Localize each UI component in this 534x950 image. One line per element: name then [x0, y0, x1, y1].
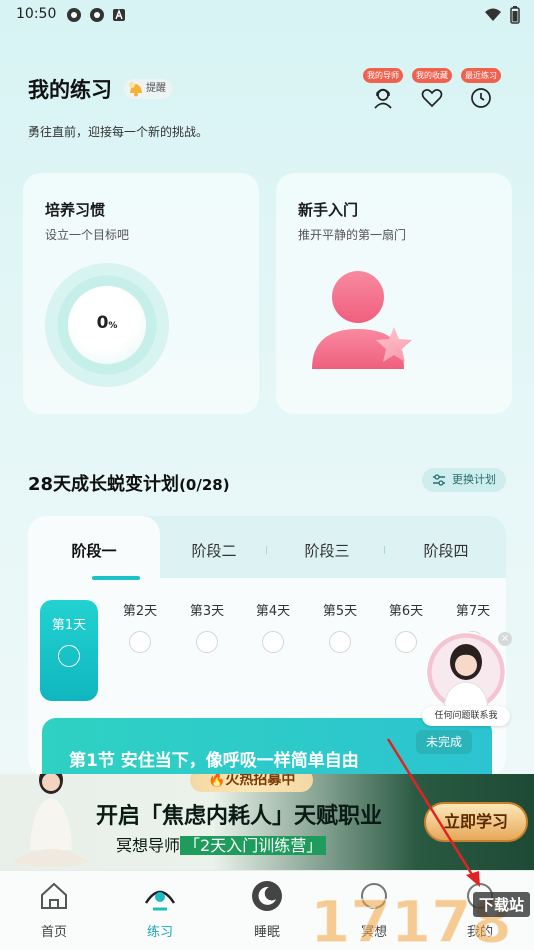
bell-icon: [129, 82, 142, 97]
nav-sleep[interactable]: 睡眠: [227, 879, 307, 940]
tab-stage-4[interactable]: 阶段四: [386, 516, 506, 578]
day-3-check: [196, 631, 218, 653]
habit-progress-ring: 0%: [45, 263, 169, 387]
clock-icon: [471, 88, 491, 108]
customer-service-float[interactable]: × 任何问题联系我: [422, 630, 512, 726]
service-avatar: [426, 632, 506, 712]
plan-title: 28天成长蜕变计划(0/28): [28, 474, 230, 495]
arrow-annotation-icon: [386, 738, 480, 887]
habit-card-subtitle: 设立一个目标吧: [45, 228, 130, 242]
my-mentor-badge: 我的导师: [363, 68, 403, 83]
beginner-card-subtitle: 推开平静的第一扇门: [298, 228, 407, 242]
my-favorites-badge: 我的收藏: [412, 68, 452, 83]
change-plan-button[interactable]: 更换计划: [422, 468, 506, 492]
meditating-woman-image: [12, 774, 90, 867]
tab-stage-1[interactable]: 阶段一: [28, 516, 160, 578]
app-notification-icon: [89, 7, 104, 22]
active-stage-indicator: [92, 576, 140, 580]
day-3[interactable]: 第3天: [178, 600, 236, 653]
nav-practice[interactable]: 练习: [120, 879, 200, 940]
day-1-check: [58, 645, 80, 667]
service-close-button[interactable]: ×: [498, 632, 512, 646]
home-icon: [41, 882, 67, 909]
ad-subline: 冥想导师 「2天入门训练营」: [116, 832, 327, 856]
ad-hot-badge: 🔥火热招募中: [190, 774, 314, 792]
sliders-icon: [433, 474, 445, 486]
headset-icon: [374, 88, 392, 109]
lesson-title: 第1节 安住当下，像呼吸一样简单自由: [69, 751, 359, 771]
tab-separator: [266, 546, 267, 554]
day-5[interactable]: 第5天: [311, 600, 369, 653]
page-subtitle: 勇往直前，迎接每一个新的挑战。: [28, 125, 209, 139]
day-4-check: [262, 631, 284, 653]
recent-practice-button[interactable]: 最近练习: [458, 63, 504, 110]
change-plan-label: 更换计划: [452, 473, 496, 486]
beginner-card-title: 新手入门: [298, 201, 359, 219]
ad-headline: 开启「焦虑内耗人」天赋职业: [96, 804, 383, 829]
day-2[interactable]: 第2天: [111, 600, 169, 653]
agent-avatar-icon: [443, 644, 489, 709]
my-favorites-button[interactable]: 我的收藏: [409, 63, 455, 110]
battery-icon: [510, 6, 520, 24]
day-4[interactable]: 第4天: [244, 600, 302, 653]
a-letter-icon: [112, 7, 127, 22]
habit-card-title: 培养习惯: [45, 201, 106, 219]
status-bar: 10:50: [0, 0, 534, 30]
day-1[interactable]: 第1天: [40, 600, 98, 701]
day-5-check: [329, 631, 351, 653]
remind-label: 提醒: [146, 83, 166, 94]
watermark-sublabel: 下载站: [472, 892, 530, 917]
tab-separator: [384, 546, 385, 554]
page-title: 我的练习: [28, 78, 112, 102]
service-label: 任何问题联系我: [422, 706, 510, 726]
app-notification-icon: [66, 7, 81, 22]
moon-icon: [252, 881, 282, 911]
meditation-icon: [144, 890, 176, 911]
remind-button[interactable]: 提醒: [124, 79, 172, 99]
day-2-check: [129, 631, 151, 653]
wifi-icon: [485, 8, 501, 21]
stage-tabs: 阶段一 阶段二 阶段三 阶段四: [28, 516, 506, 578]
habit-progress-value: 0%: [96, 313, 118, 333]
status-system-icons: [484, 6, 520, 24]
tab-stage-2[interactable]: 阶段二: [160, 516, 268, 578]
habit-progress-inner: 0%: [68, 286, 146, 364]
heart-icon: [421, 89, 443, 108]
nav-home[interactable]: 首页: [14, 879, 94, 940]
status-time: 10:50: [16, 6, 57, 22]
ad-highlight: 「2天入门训练营」: [180, 836, 327, 855]
habit-card[interactable]: 培养习惯 设立一个目标吧 0%: [23, 173, 259, 414]
beginner-card[interactable]: 新手入门 推开平静的第一扇门: [276, 173, 512, 414]
my-mentor-button[interactable]: 我的导师: [360, 63, 406, 110]
recent-practice-badge: 最近练习: [461, 68, 501, 83]
plan-progress-count: (0/28): [179, 476, 230, 494]
status-notification-icons: [66, 7, 127, 22]
tab-stage-3[interactable]: 阶段三: [268, 516, 386, 578]
person-illustration-icon: [312, 271, 412, 369]
day-6-check: [395, 631, 417, 653]
